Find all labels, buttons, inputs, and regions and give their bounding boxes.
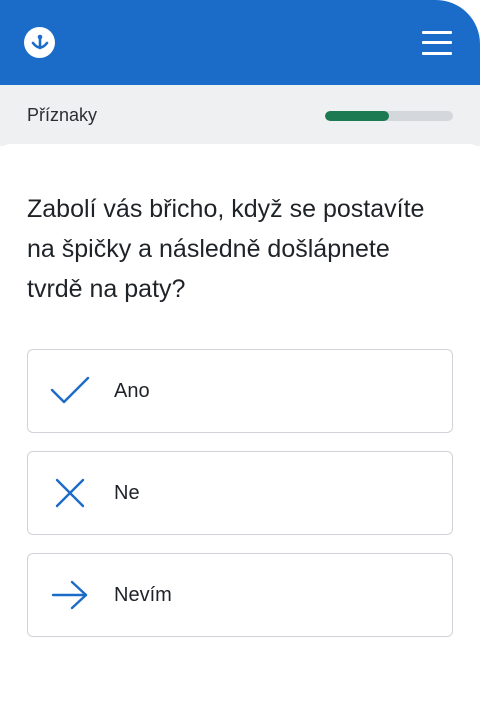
question-card: Zabolí vás břicho, když se postavíte na … [0,144,480,637]
menu-line [422,30,452,34]
answer-label: Ne [114,481,140,504]
menu-line [422,51,452,55]
progress-fill [325,110,389,121]
app-header [0,0,480,85]
progress-bar [325,110,453,121]
anchor-logo-icon[interactable] [24,27,55,58]
arrow-right-icon [50,575,90,615]
answer-list: Ano Ne Nevím [27,349,453,637]
answer-dont-know-button[interactable]: Nevím [27,553,453,637]
app-frame: Příznaky Zabolí vás břicho, když se post… [0,0,480,718]
section-bar: Příznaky [0,85,480,146]
check-icon [50,371,90,411]
section-label: Příznaky [27,105,98,125]
cross-icon [50,473,90,513]
answer-no-button[interactable]: Ne [27,451,453,535]
answer-label: Ano [114,379,150,402]
answer-label: Nevím [114,583,172,606]
hamburger-menu-icon[interactable] [422,30,452,55]
menu-line [422,41,452,44]
answer-yes-button[interactable]: Ano [27,349,453,433]
question-text: Zabolí vás břicho, když se postavíte na … [27,195,425,303]
